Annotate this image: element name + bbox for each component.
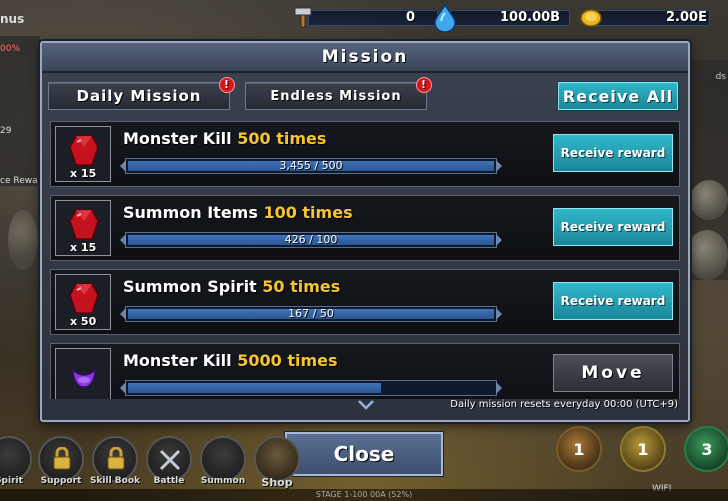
reward-quantity: x 15 <box>70 167 97 180</box>
mission-title: Monster Kill 5000 times <box>123 351 338 370</box>
skill-orb-label: 1 <box>573 440 585 459</box>
progress-text <box>126 381 496 395</box>
red-gem-icon <box>69 209 99 240</box>
progress-bar: 426 / 100 <box>120 232 502 248</box>
gold-value: 2.00E <box>666 10 707 25</box>
receive-reward-button[interactable]: Receive reward <box>553 134 673 172</box>
alert-badge: ! <box>416 77 432 93</box>
stage-status: STAGE 1-100 00A (52%) <box>0 489 728 501</box>
mission-target: 100 times <box>263 203 353 222</box>
mission-panel: Mission Daily Mission ! Endless Mission … <box>40 41 690 422</box>
background-rock <box>686 230 728 280</box>
reward-slot <box>55 348 111 399</box>
background-reward-label: ce Rewa <box>0 176 38 186</box>
progress-bar <box>120 380 502 396</box>
mission-title: Summon Spirit 50 times <box>123 277 340 296</box>
mission-row: x 50 Summon Spirit 50 times 167 / 50 Rec… <box>50 269 680 335</box>
nav-summon[interactable]: Summon <box>200 436 246 486</box>
gold-coin-icon <box>580 8 602 32</box>
background-rock <box>690 180 728 220</box>
mission-row: x 15 Summon Items 100 times 426 / 100 Re… <box>50 195 680 261</box>
skill-orb[interactable]: 1 <box>556 426 602 472</box>
alert-badge: ! <box>219 77 235 93</box>
background-left-panel <box>0 36 40 186</box>
currency-bar: 0 100.00B 2.00E <box>290 3 720 33</box>
mission-target: 500 times <box>237 129 327 148</box>
scroll-down-icon[interactable] <box>358 400 374 410</box>
skill-orb-label: 1 <box>637 440 649 459</box>
close-button[interactable]: Close <box>285 432 443 476</box>
water-gem-icon <box>432 3 458 36</box>
hammer-icon <box>292 6 314 32</box>
background-rock <box>8 210 38 270</box>
progress-text: 167 / 50 <box>288 307 334 320</box>
mission-target: 50 times <box>262 277 341 296</box>
red-gem-icon <box>69 135 99 166</box>
progress-text: 426 / 100 <box>284 233 338 246</box>
move-button[interactable]: Move <box>553 354 673 392</box>
reward-slot: x 15 <box>55 200 111 256</box>
nav-support[interactable]: Support <box>38 436 84 486</box>
mission-row: Monster Kill 5000 times Move <box>50 343 680 399</box>
progress-bar: 167 / 50 <box>120 306 502 322</box>
background-counter: 29 <box>0 126 12 136</box>
mission-name: Monster Kill <box>123 351 232 370</box>
receive-all-button[interactable]: Receive All <box>558 82 678 110</box>
reset-note: Daily mission resets everyday 00:00 (UTC… <box>450 399 678 410</box>
nav-label: Shop <box>261 476 293 489</box>
mission-target: 5000 times <box>237 351 338 370</box>
panel-title: Mission <box>321 47 409 67</box>
nav-label: Summon <box>200 476 246 486</box>
mission-name: Summon Items <box>123 203 258 222</box>
nav-skill-book[interactable]: Skill Book <box>90 436 140 486</box>
nav-label: Support <box>40 476 82 486</box>
background-right-label: ds <box>715 72 726 82</box>
panel-header: Mission <box>42 43 688 73</box>
tab-label: Endless Mission <box>270 88 402 104</box>
background-menu-label: nus <box>0 12 25 26</box>
background-percent: 00% <box>0 44 21 54</box>
hammer-strip <box>308 10 438 26</box>
reward-quantity: x 15 <box>70 241 97 254</box>
skill-orb[interactable]: 3 <box>684 426 728 472</box>
tab-label: Daily Mission <box>76 87 202 105</box>
nav-shop[interactable]: Shop <box>254 436 300 489</box>
nav-label: Skill Book <box>89 476 141 486</box>
bar-right-cap <box>496 382 502 394</box>
receive-reward-button[interactable]: Receive reward <box>553 282 673 320</box>
reward-slot: x 50 <box>55 274 111 330</box>
progress-text: 3,455 / 500 <box>279 159 343 172</box>
mission-list[interactable]: x 15 Monster Kill 500 times 3,455 / 500 … <box>50 121 680 399</box>
mission-name: Monster Kill <box>123 129 232 148</box>
nav-battle[interactable]: Battle <box>146 436 192 486</box>
receive-reward-button[interactable]: Receive reward <box>553 208 673 246</box>
mission-title: Summon Items 100 times <box>123 203 353 222</box>
red-gem-icon <box>69 283 99 314</box>
reward-slot: x 15 <box>55 126 111 182</box>
mission-name: Summon Spirit <box>123 277 257 296</box>
skill-orb-label: 3 <box>701 440 713 459</box>
reward-quantity: x 50 <box>70 315 97 328</box>
mission-title: Monster Kill 500 times <box>123 129 326 148</box>
tab-endless-mission[interactable]: Endless Mission ! <box>245 77 432 110</box>
skill-orb[interactable]: 1 <box>620 426 666 472</box>
nav-label: Battle <box>153 476 185 486</box>
purple-orb-icon <box>72 368 96 388</box>
bar-right-cap <box>496 160 502 172</box>
gem-value: 100.00B <box>500 10 561 25</box>
bar-right-cap <box>496 308 502 320</box>
nav-spirit[interactable]: Spirit <box>0 436 32 486</box>
tab-daily-mission[interactable]: Daily Mission ! <box>48 77 235 110</box>
mission-row: x 15 Monster Kill 500 times 3,455 / 500 … <box>50 121 680 187</box>
progress-bar: 3,455 / 500 <box>120 158 502 174</box>
bar-right-cap <box>496 234 502 246</box>
hammer-value: 0 <box>406 10 416 25</box>
